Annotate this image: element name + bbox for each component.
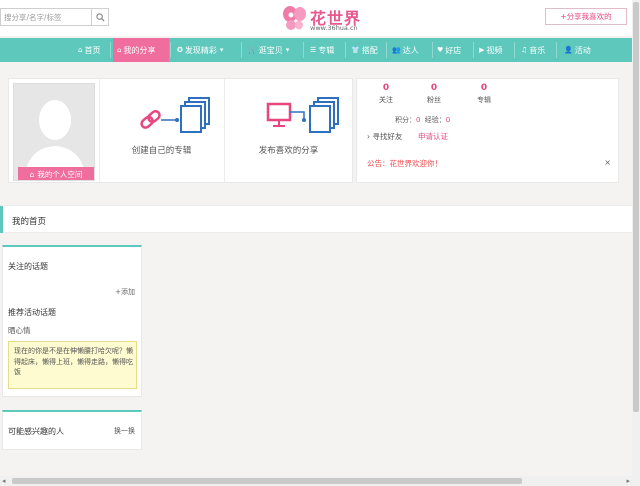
fans-label: 粉丝	[427, 96, 441, 104]
search-placeholder: 搜分享/名字/标签	[4, 13, 62, 22]
scrollbar-thumb[interactable]	[633, 2, 639, 412]
nav-label: 首页	[84, 45, 101, 55]
nav-label: 音乐	[529, 45, 546, 55]
nav-albums[interactable]: ☰ 专辑	[310, 38, 334, 62]
home-icon: ⌂	[29, 169, 35, 179]
accent-bar	[0, 206, 3, 233]
scroll-right-icon[interactable]: ▸	[626, 477, 630, 485]
tooltip-text: 现在的你是不是在伸懒腰打哈欠呢？懒得起床，懒得上班，懒得走路，懒得吃饭	[14, 347, 133, 376]
nav-activities[interactable]: 👤 活动	[564, 38, 591, 62]
horizontal-scrollbar[interactable]: ◂ ▸	[0, 476, 640, 486]
find-friends-label: 寻找好友	[372, 132, 403, 141]
people-icon: 👤	[564, 46, 573, 54]
my-home-bar: 我的首页	[0, 205, 640, 233]
scrollbar-thumb[interactable]	[12, 478, 522, 484]
nav-label: 专辑	[318, 45, 335, 55]
home-icon: ⌂	[78, 46, 83, 54]
topics-box: 关注的话题 +添加 推荐活动话题 晒心情 现在的你是不是在伸懒腰打哈欠呢？懒得起…	[2, 245, 142, 397]
follow-label: 关注	[379, 96, 393, 104]
video-icon: ▶	[479, 46, 485, 54]
users-icon: 👥	[392, 46, 401, 54]
create-album-label: 创建自己的专辑	[131, 146, 192, 156]
my-space-label: 我的个人空间	[37, 169, 83, 179]
exp-value: 0	[445, 116, 451, 124]
site-logo[interactable]: 花世界 www.36hua.cn	[280, 2, 370, 34]
followed-topics-title: 关注的话题	[8, 262, 48, 271]
search-icon	[95, 12, 105, 22]
search-button[interactable]	[91, 9, 108, 25]
switch-button[interactable]: 换一换	[114, 426, 135, 436]
my-space-button[interactable]: ⌂ 我的个人空间	[18, 167, 94, 180]
notice-text: 公告：花世界欢迎你！	[367, 159, 442, 168]
caret-down-icon: ▾	[285, 46, 290, 54]
create-album-card[interactable]: 创建自己的专辑	[99, 79, 224, 182]
add-topic-link[interactable]: +添加	[115, 287, 135, 297]
stats-panel: 0 关注 0 粉丝 0 专辑 积分：0 经验：0 › 寻找好友 申请认证 公告：…	[356, 78, 619, 183]
search-input[interactable]: 搜分享/名字/标签	[0, 8, 109, 26]
caret-down-icon: ▾	[219, 46, 224, 54]
close-icon[interactable]: ×	[604, 158, 611, 167]
list-icon: ☰	[310, 46, 317, 54]
monitor-share-icon	[266, 97, 339, 133]
nav-label: 达人	[402, 45, 419, 55]
home-icon: ⌂	[117, 46, 122, 54]
follow-count: 0	[382, 83, 390, 93]
share-favorite-button[interactable]: +分享我喜欢的	[545, 8, 627, 25]
shirt-icon: 👕	[351, 46, 360, 54]
page-title: 我的首页	[12, 217, 47, 227]
nav-music[interactable]: ♫ 音乐	[521, 38, 545, 62]
albums-count: 0	[480, 83, 488, 93]
nav-video[interactable]: ▶ 视频	[479, 38, 502, 62]
chevron-right-icon: ›	[367, 132, 370, 141]
fans-stat[interactable]: 0 粉丝	[409, 83, 459, 105]
profile-panel: ⌂ 我的个人空间 创建自己的专辑 发布喜欢的分享	[8, 78, 353, 183]
nav-shops[interactable]: ♥ 好店	[437, 38, 461, 62]
main-nav: ⌂ 首页 ⌂ 我的分享 ✪ 发现精彩 ▾ 🛒 逛宝贝 ▾ ☰ 专辑 👕 搭配 👥…	[0, 38, 640, 62]
topic-tooltip: 现在的你是不是在伸懒腰打哈欠呢？懒得起床，懒得上班，懒得走路，懒得吃饭	[8, 341, 137, 389]
nav-my-share[interactable]: ⌂ 我的分享	[113, 38, 169, 62]
exp-label: 经验：	[424, 116, 446, 124]
fans-count: 0	[430, 83, 438, 93]
publish-share-card[interactable]: 发布喜欢的分享	[226, 79, 351, 182]
albums-stat[interactable]: 0 专辑	[459, 83, 509, 105]
publish-share-label: 发布喜欢的分享	[258, 146, 319, 156]
nav-label: 逛宝贝	[258, 45, 283, 55]
topic-link[interactable]: 晒心情	[8, 325, 31, 336]
points-value: 0	[416, 116, 421, 124]
avatar[interactable]: ⌂ 我的个人空间	[13, 83, 95, 181]
find-friends-link[interactable]: › 寻找好友	[367, 131, 402, 142]
music-icon: ♫	[521, 46, 528, 54]
interested-people-box: 可能感兴趣的人 换一换	[2, 410, 142, 450]
nav-label: 我的分享	[123, 45, 156, 55]
cart-icon: 🛒	[248, 46, 257, 54]
recommended-topics-title: 推荐活动话题	[8, 308, 56, 317]
butterfly-logo-icon	[283, 6, 306, 30]
nav-label: 活动	[574, 45, 591, 55]
nav-experts[interactable]: 👥 达人	[392, 38, 419, 62]
link-album-icon	[140, 97, 210, 133]
albums-label: 专辑	[477, 96, 491, 104]
nav-label: 搭配	[361, 45, 378, 55]
apply-cert-link[interactable]: 申请认证	[418, 131, 448, 142]
vertical-scrollbar[interactable]	[632, 0, 640, 476]
nav-discover[interactable]: ✪ 发现精彩 ▾	[177, 38, 225, 62]
scroll-left-icon[interactable]: ◂	[2, 477, 6, 485]
nav-label: 好店	[445, 45, 462, 55]
compass-icon: ✪	[177, 46, 183, 54]
nav-label: 发现精彩	[184, 45, 217, 55]
nav-label: 视频	[486, 45, 503, 55]
nav-home[interactable]: ⌂ 首页	[78, 38, 100, 62]
score-line: 积分：0 经验：0	[395, 115, 450, 125]
top-header: 搜分享/名字/标签 花世界 www.36hua.cn +分享我喜欢的	[0, 0, 640, 36]
nav-shop[interactable]: 🛒 逛宝贝 ▾	[248, 38, 291, 62]
points-label: 积分：	[395, 116, 416, 124]
heart-icon: ♥	[437, 46, 444, 54]
follow-stat[interactable]: 0 关注	[361, 83, 411, 105]
logo-url: www.36hua.cn	[310, 24, 358, 32]
nav-outfits[interactable]: 👕 搭配	[351, 38, 378, 62]
interested-people-title: 可能感兴趣的人	[8, 427, 64, 436]
